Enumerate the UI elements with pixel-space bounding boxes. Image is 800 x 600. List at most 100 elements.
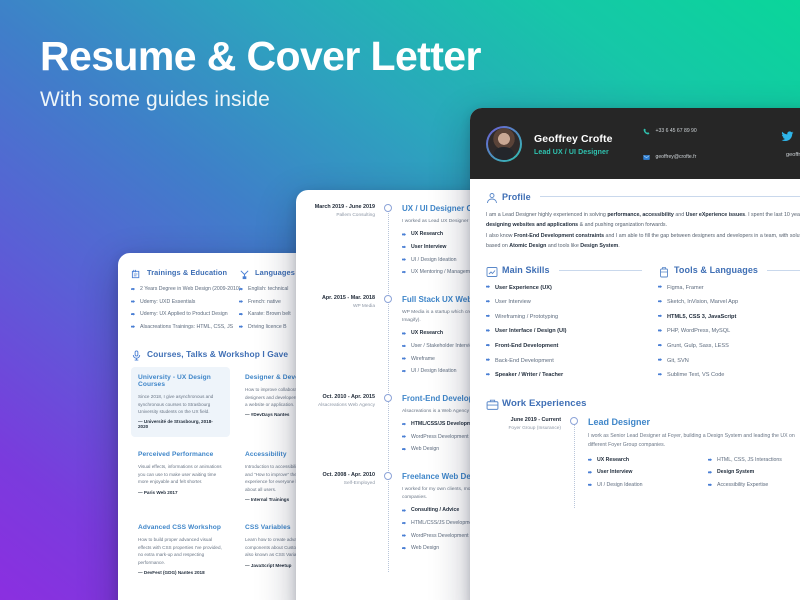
work-experiences-title: Work Experiences: [502, 397, 587, 409]
bullet-arrow-icon: [239, 300, 243, 304]
user-profile-icon: [486, 191, 497, 204]
entry-date-block: Oct. 2010 - Apr. 2015 Alsacreations Web A…: [296, 394, 384, 459]
bullet-arrow-icon: [486, 299, 490, 303]
work-tag-columns: UX Research User Interview UI / Design Ide…: [588, 457, 800, 495]
work-role: Lead Designer: [588, 416, 651, 427]
email-row[interactable]: geoffrey@crofte.fr: [642, 148, 697, 166]
timeline-node-icon: [570, 416, 578, 425]
bullet-arrow-icon: [658, 285, 662, 289]
list-item-label: UI / Design Ideation: [597, 481, 643, 488]
bullet-arrow-icon: [402, 357, 406, 360]
phone-icon: [643, 122, 650, 140]
courses-title: Courses, Talks & Workshop I Gave: [147, 348, 289, 359]
timeline-node-icon: [384, 471, 392, 480]
resume-main-card[interactable]: Geoffrey Crofte Lead UX / UI Designer +3…: [470, 108, 800, 600]
graduation-icon: [131, 267, 142, 279]
tools-rule: [767, 269, 800, 271]
chart-growth-icon: [486, 265, 498, 277]
entry-date: Apr. 2015 - Mar. 2018: [321, 294, 375, 301]
bullet-arrow-icon: [486, 314, 490, 318]
list-item: Sketch, InVision, Marvel App: [658, 298, 800, 306]
list-item: Accessibility Expertise: [708, 482, 800, 490]
trainings-header: Trainings & Education: [131, 267, 229, 279]
entry-date-block: Oct. 2008 - Apr. 2010 Self-Employed: [296, 472, 384, 558]
bullet-arrow-icon: [239, 287, 243, 291]
timeline-node-icon: [384, 204, 392, 212]
list-item-label: English: technical: [248, 286, 289, 292]
page-subtitle: With some guides inside: [40, 87, 270, 111]
entry-date-block: Apr. 2015 - Mar. 2018 WP Media: [296, 295, 384, 381]
course-body: How to build proper advanced visual effe…: [138, 537, 222, 565]
bullet-arrow-icon: [131, 300, 135, 304]
list-item-label: UI / Design Ideation: [411, 368, 457, 375]
twitter-icon[interactable]: [781, 130, 794, 148]
list-item: Alsacreations Trainings: HTML, CSS, JS: [131, 324, 233, 332]
list-item: Speaker / Writer / Teacher: [486, 371, 642, 379]
bullet-arrow-icon: [658, 328, 662, 332]
timeline-rail: [384, 471, 396, 572]
timeline-rail: [384, 294, 396, 395]
entry-date: March 2019 - June 2019: [314, 204, 375, 210]
bullet-arrow-icon: [402, 508, 406, 512]
course-card[interactable]: Advanced CSS Workshop How to build proper…: [131, 517, 230, 583]
list-item: HTML, CSS, JS Interactions: [708, 457, 800, 465]
work-body: Lead Designer I work as Senior Lead Desig…: [582, 417, 800, 494]
phone-row[interactable]: +33 6 45 67 89 90: [643, 122, 697, 140]
work-entry[interactable]: June 2019 - Current Foyer Group (Insuranc…: [486, 416, 800, 509]
entry-company: Alsacreations Web Agency: [318, 402, 375, 408]
profile-title: Profile: [502, 191, 531, 202]
list-item-label: User Interview: [495, 299, 531, 306]
list-item-label: Grunt, Gulp, Sass, LESS: [667, 343, 729, 350]
entry-date: Oct. 2008 - Apr. 2010: [322, 471, 375, 478]
course-card[interactable]: University - UX Design Courses Since 2018…: [131, 367, 230, 438]
list-item-label: Speaker / Writer / Teacher: [495, 372, 564, 379]
briefcase-icon: [486, 398, 499, 410]
list-item: User Interview: [588, 469, 694, 477]
bullet-arrow-icon: [708, 458, 712, 462]
toolbox-icon: [658, 265, 669, 278]
contact-block: +33 6 45 67 89 90 geoffrey@crofte.fr: [642, 122, 697, 166]
entry-company: Self-Employed: [343, 480, 375, 486]
list-item-label: Web Design: [411, 545, 440, 552]
list-item: Wireframing / Prototyping: [486, 313, 642, 321]
work-date-block: June 2019 - Current Foyer Group (Insuranc…: [486, 417, 570, 494]
list-item: User Experience (UX): [486, 284, 642, 292]
language-icon: [239, 267, 250, 280]
tools-title: Tools & Languages: [674, 265, 759, 276]
entry-company: Pallem Consulting: [336, 213, 375, 218]
list-item-label: Alsacreations Trainings: HTML, CSS, JS: [140, 323, 234, 330]
bullet-arrow-icon: [658, 372, 662, 376]
list-item-label: User / Stakeholder Interview: [411, 342, 477, 349]
list-item-label: WordPress Development: [411, 532, 469, 539]
list-item: Sublime Text, VS Code: [658, 371, 800, 379]
list-item: 2 Years Degree in Web Design (2009-2010): [131, 286, 241, 294]
list-item-label: Sketch, InVision, Marvel App: [667, 299, 739, 306]
list-item: User Interface / Design (UI): [486, 327, 642, 335]
bullet-arrow-icon: [486, 372, 490, 376]
profile-paragraph: I also know Front-End Development constr…: [486, 233, 800, 250]
list-item-label: Udemy: UXD Essentials: [140, 298, 196, 305]
list-item-label: HTML, CSS, JS Interactions: [717, 456, 782, 463]
bullet-arrow-icon: [486, 343, 490, 347]
work-date: June 2019 - Current: [510, 416, 561, 423]
course-card[interactable]: Perceived Performance Visual effects, inf…: [131, 444, 230, 510]
main-skills-list: User Experience (UX) User Interview Wirefr…: [486, 284, 642, 380]
list-item-label: UX Research: [597, 456, 630, 463]
bullet-arrow-icon: [658, 314, 662, 318]
profile-name: Geoffrey Crofte: [534, 132, 613, 145]
work-experiences-section: Work Experiences June 2019 - Current Foye…: [486, 397, 800, 509]
list-item: UI / Design Ideation: [588, 482, 694, 490]
bullet-arrow-icon: [131, 312, 135, 316]
microphone-icon: [131, 348, 142, 361]
list-item-label: Driving licence B: [248, 323, 287, 330]
bullet-arrow-icon: [658, 299, 662, 303]
bullet-arrow-icon: [402, 521, 406, 525]
bullet-arrow-icon: [131, 325, 135, 329]
bullet-arrow-icon: [402, 447, 406, 451]
bullet-arrow-icon: [402, 435, 406, 439]
list-item-label: HTML5, CSS 3, JavaScript: [667, 313, 737, 320]
bullet-arrow-icon: [658, 343, 662, 347]
profile-rule: [539, 196, 800, 197]
work-description: I work as Senior Lead Designer at Foyer,…: [588, 432, 795, 448]
trainings-list: 2 Years Degree in Web Design (2009-2010)…: [131, 286, 241, 332]
